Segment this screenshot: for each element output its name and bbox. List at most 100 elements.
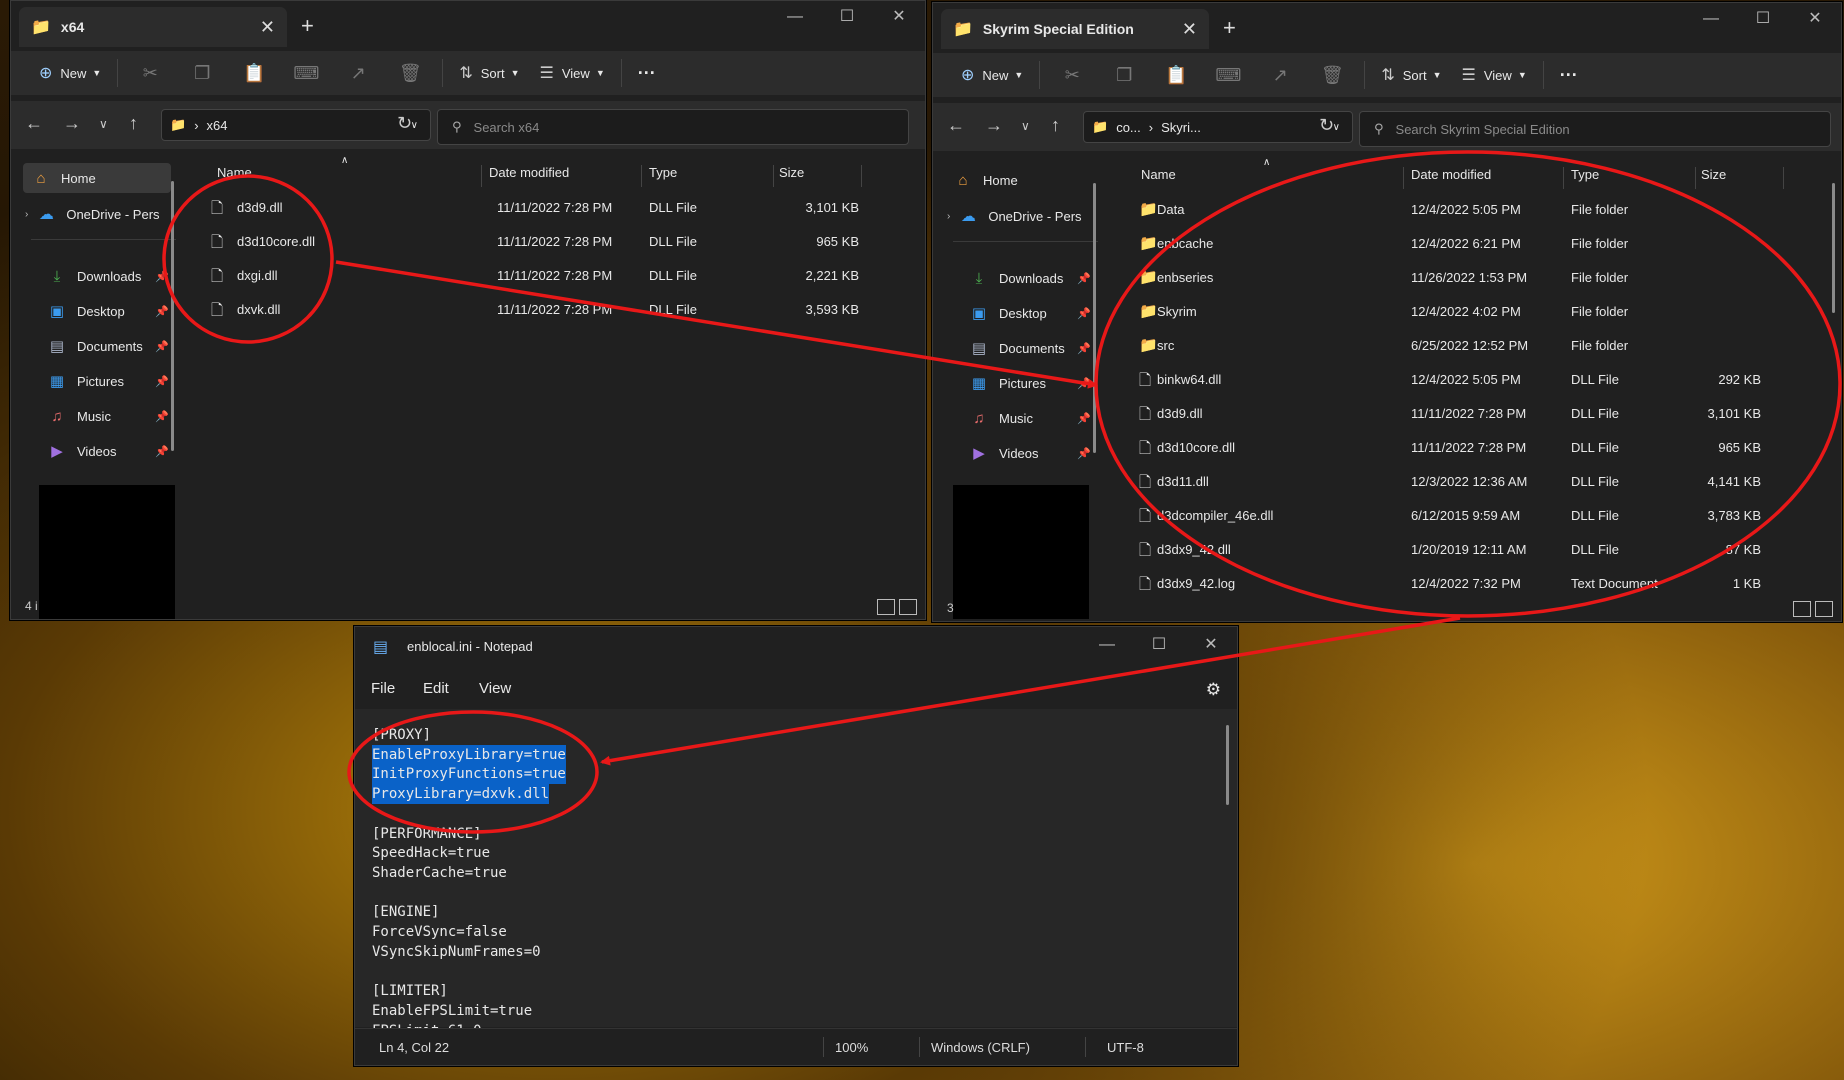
sidebar-item-videos[interactable]: ▶ Videos 📌 [969,438,1095,468]
file-row[interactable]: 🗋 d3d9.dll 11/11/2022 7:28 PM DLL File 3,101… [189,191,889,225]
file-row[interactable]: 🗋 dxvk.dll 11/11/2022 7:28 PM DLL File 3,593… [189,293,889,327]
close-window-button[interactable]: ✕ [1789,7,1841,31]
forward-arrow-icon[interactable]: → [985,115,1003,136]
share-icon[interactable]: ↗ [1254,65,1306,86]
minimize-button[interactable]: — [769,5,821,29]
column-name[interactable]: Name [217,165,252,180]
settings-gear-icon[interactable]: ⚙ [1206,680,1221,700]
tiles-view-icon[interactable] [899,599,917,615]
file-list-scrollbar[interactable] [1832,183,1835,313]
sort-button[interactable]: ⇅ Sort ▼ [1371,59,1451,91]
column-date[interactable]: Date modified [1411,167,1491,182]
share-icon[interactable]: ↗ [332,63,384,84]
back-arrow-icon[interactable]: ← [947,115,965,136]
minimize-button[interactable]: — [1685,7,1737,31]
pin-icon[interactable]: 📌 [1077,377,1091,390]
column-size[interactable]: Size [1701,167,1726,182]
delete-icon[interactable]: 🗑 [384,63,436,84]
address-bar[interactable]: 📁 › x64 ∨ [161,109,431,141]
maximize-button[interactable]: ☐ [1737,7,1789,31]
details-view-icon[interactable] [877,599,895,615]
close-window-button[interactable]: ✕ [873,5,925,29]
sort-button[interactable]: ⇅ Sort ▼ [449,57,529,89]
sidebar-item-music[interactable]: ♫ Music 📌 [47,401,173,431]
pin-icon[interactable]: 📌 [1077,412,1091,425]
sidebar-item-desktop[interactable]: ▣ Desktop 📌 [969,298,1095,328]
sidebar-item-onedrive[interactable]: › ☁ OneDrive - Pers [947,201,1092,231]
recent-chevron-icon[interactable]: ∨ [99,117,108,131]
forward-arrow-icon[interactable]: → [63,113,81,134]
tab-x64[interactable]: 📁 x64 ✕ [19,7,287,47]
refresh-icon[interactable]: ↻ [397,113,412,134]
breadcrumb-parent[interactable]: co... [1116,120,1141,135]
column-type[interactable]: Type [1571,167,1599,182]
tab-skyrim[interactable]: 📁 Skyrim Special Edition ✕ [941,9,1209,49]
cut-icon[interactable]: ✂ [124,63,176,84]
file-row[interactable]: 📁 enbcache 12/4/2022 6:21 PM File folder [1111,227,1811,261]
more-options-button[interactable]: ··· [628,57,666,89]
copy-icon[interactable]: ❐ [1098,65,1150,86]
view-button[interactable]: ☰ View ▼ [1452,59,1537,91]
close-window-button[interactable]: ✕ [1185,633,1237,657]
paste-icon[interactable]: 📋 [1150,65,1202,86]
column-type[interactable]: Type [649,165,677,180]
up-arrow-icon[interactable]: ↑ [1051,115,1060,136]
sidebar-item-home[interactable]: ⌂ Home [953,165,1098,195]
close-tab-icon[interactable]: ✕ [260,17,275,38]
sidebar-scrollbar[interactable] [1093,183,1096,453]
new-button[interactable]: ⊕ New ▼ [951,59,1033,91]
sidebar-item-home[interactable]: ⌂ Home [23,163,171,193]
file-row[interactable]: 🗋 binkw64.dll 12/4/2022 5:05 PM DLL File 292… [1111,363,1811,397]
file-row[interactable]: 📁 src 6/25/2022 12:52 PM File folder [1111,329,1811,363]
address-bar[interactable]: 📁 co... › Skyri... ∨ [1083,111,1353,143]
maximize-button[interactable]: ☐ [821,5,873,29]
pin-icon[interactable]: 📌 [1077,272,1091,285]
sidebar-item-onedrive[interactable]: › ☁ OneDrive - Pers [25,199,170,229]
file-row[interactable]: 🗋 d3dx9_42.dll 1/20/2019 12:11 AM DLL File 8… [1111,533,1811,567]
rename-icon[interactable]: ⌨ [1202,65,1254,86]
menu-view[interactable]: View [479,680,511,697]
sidebar-item-pictures[interactable]: ▦ Pictures 📌 [969,368,1095,398]
column-date[interactable]: Date modified [489,165,569,180]
search-input[interactable]: ⚲ Search Skyrim Special Edition [1359,111,1831,147]
paste-icon[interactable]: 📋 [228,63,280,84]
pin-icon[interactable]: 📌 [1077,307,1091,320]
new-tab-button[interactable]: + [1223,15,1236,41]
file-row[interactable]: 🗋 d3d10core.dll 11/11/2022 7:28 PM DLL File… [1111,431,1811,465]
breadcrumb-x64[interactable]: x64 [207,118,228,133]
sidebar-item-documents[interactable]: ▤ Documents 📌 [969,333,1095,363]
refresh-icon[interactable]: ↻ [1319,115,1334,136]
column-size[interactable]: Size [779,165,804,180]
editor-scrollbar[interactable] [1226,725,1229,805]
minimize-button[interactable]: — [1081,633,1133,657]
pin-icon[interactable]: 📌 [155,375,169,388]
details-view-icon[interactable] [1793,601,1811,617]
maximize-button[interactable]: ☐ [1133,633,1185,657]
pin-icon[interactable]: 📌 [1077,447,1091,460]
cut-icon[interactable]: ✂ [1046,65,1098,86]
new-tab-button[interactable]: + [301,13,314,39]
menu-file[interactable]: File [371,680,395,697]
breadcrumb-skyrim[interactable]: Skyri... [1161,120,1201,135]
file-row[interactable]: 📁 Skyrim 12/4/2022 4:02 PM File folder [1111,295,1811,329]
column-name[interactable]: Name [1141,167,1176,182]
pin-icon[interactable]: 📌 [155,340,169,353]
back-arrow-icon[interactable]: ← [25,113,43,134]
file-row[interactable]: 🗋 d3d10core.dll 11/11/2022 7:28 PM DLL File… [189,225,889,259]
text-editor[interactable]: [PROXY] EnableProxyLibrary=true InitProxyF… [355,709,1237,1039]
menu-edit[interactable]: Edit [423,680,449,697]
sidebar-item-downloads[interactable]: ⤓ Downloads 📌 [969,263,1095,293]
file-row[interactable]: 🗋 d3d9.dll 11/11/2022 7:28 PM DLL File 3,101… [1111,397,1811,431]
sidebar-scrollbar[interactable] [171,181,174,451]
file-row[interactable]: 📁 Data 12/4/2022 5:05 PM File folder [1111,193,1811,227]
up-arrow-icon[interactable]: ↑ [129,113,138,134]
rename-icon[interactable]: ⌨ [280,63,332,84]
sidebar-item-videos[interactable]: ▶ Videos 📌 [47,436,173,466]
more-options-button[interactable]: ··· [1550,59,1588,91]
sidebar-item-pictures[interactable]: ▦ Pictures 📌 [47,366,173,396]
file-row[interactable]: 🗋 d3d11.dll 12/3/2022 12:36 AM DLL File 4,14… [1111,465,1811,499]
view-button[interactable]: ☰ View ▼ [530,57,615,89]
sidebar-item-downloads[interactable]: ⤓ Downloads 📌 [47,261,173,291]
sidebar-item-documents[interactable]: ▤ Documents 📌 [47,331,173,361]
file-row[interactable]: 🗋 dxgi.dll 11/11/2022 7:28 PM DLL File 2,221… [189,259,889,293]
